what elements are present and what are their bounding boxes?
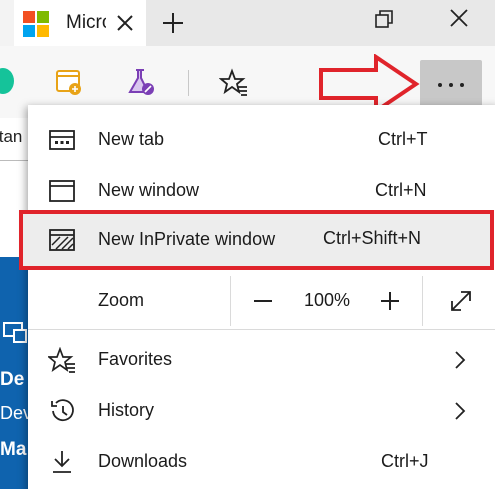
banner-heading-2: Ma (0, 439, 27, 460)
zoom-separator (422, 276, 423, 326)
menu-item-label: New tab (98, 129, 165, 149)
menu-item-label: Downloads (98, 451, 188, 471)
new-window-icon (49, 180, 75, 202)
new-tab-plus-icon[interactable] (160, 10, 186, 36)
zoom-in-icon[interactable] (379, 290, 401, 312)
more-dots-icon (438, 83, 464, 87)
menu-item-shortcut: Ctrl+N (375, 180, 427, 200)
page-blue-banner: De Dev Ma (0, 257, 32, 489)
menu-item-label: Favorites (98, 349, 173, 369)
menu-item-downloads[interactable]: Downloads Ctrl+J (28, 437, 495, 487)
menu-item-new-tab[interactable]: New tab Ctrl+T (28, 115, 495, 165)
zoom-level: 100% (304, 290, 351, 310)
banner-heading: De (0, 369, 25, 390)
menu-item-label: History (98, 400, 155, 420)
active-tab[interactable]: Microsoft (14, 0, 146, 46)
menu-item-new-inprivate-window[interactable]: New InPrivate window Ctrl+Shift+N (19, 210, 494, 270)
microsoft-logo-icon (23, 11, 49, 37)
title-bar: Microsoft (0, 0, 495, 46)
downloads-icon (53, 451, 71, 473)
zoom-separator (230, 276, 231, 326)
favorites-star-icon[interactable] (219, 68, 249, 98)
chevron-right-icon (455, 402, 466, 420)
tab-title: Microsoft (66, 12, 106, 33)
menu-separator (28, 329, 495, 330)
zoom-label: Zoom (98, 290, 145, 310)
page-partial-text: ttan (0, 127, 23, 146)
menu-item-history[interactable]: History (28, 386, 495, 436)
fullscreen-icon[interactable] (448, 288, 474, 314)
close-tab-icon[interactable] (113, 11, 137, 35)
flask-extension-icon[interactable] (126, 67, 156, 97)
history-icon (51, 399, 74, 422)
menu-item-shortcut: Ctrl+J (381, 451, 429, 471)
new-tab-icon (49, 130, 75, 150)
favorites-icon (48, 347, 75, 373)
menu-item-label: New InPrivate window (98, 229, 276, 249)
menu-item-label: New window (98, 180, 200, 200)
restore-window-icon[interactable] (372, 7, 396, 31)
zoom-row: Zoom 100% (28, 276, 495, 326)
previous-tab-edge[interactable] (0, 0, 14, 46)
page-divider (0, 160, 28, 161)
inprivate-icon (49, 229, 75, 251)
menu-item-shortcut: Ctrl+T (378, 129, 428, 149)
menu-item-new-window[interactable]: New window Ctrl+N (28, 166, 495, 216)
toolbar-separator (188, 70, 189, 96)
menu-item-favorites[interactable]: Favorites (28, 335, 495, 385)
zoom-out-icon[interactable] (252, 290, 274, 312)
close-window-icon[interactable] (446, 5, 472, 31)
menu-item-shortcut: Ctrl+Shift+N (323, 228, 422, 248)
chevron-right-icon (455, 351, 466, 369)
devices-icon (3, 322, 27, 343)
collections-icon[interactable] (54, 67, 84, 97)
settings-and-more-button[interactable] (420, 60, 482, 110)
